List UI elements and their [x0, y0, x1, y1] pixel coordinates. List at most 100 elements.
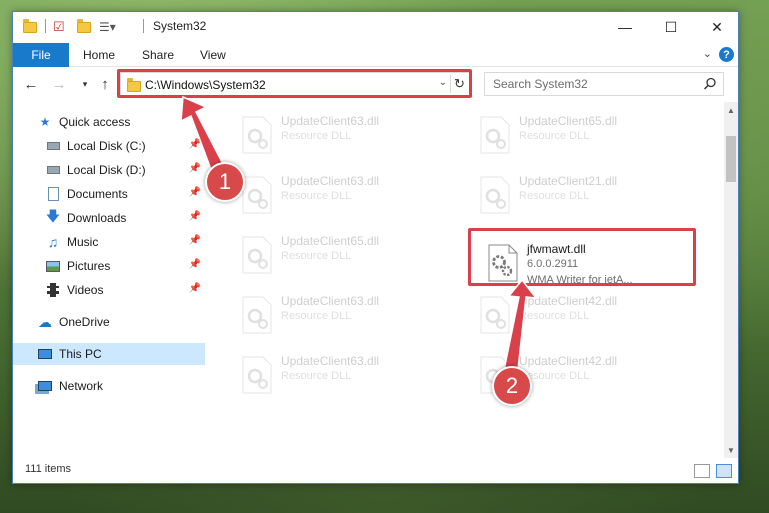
nav-item-music[interactable]: ♫ Music 📌 [13, 231, 205, 253]
drive-icon [45, 138, 61, 154]
title-bar: ☑ ☰▾ System32 — ☐ ✕ [13, 12, 738, 42]
nav-item-quick-access[interactable]: ★ Quick access [13, 111, 205, 133]
file-item[interactable]: UpdateClient63.dll Resource DLL [229, 348, 449, 400]
recent-locations-icon[interactable]: ▾ [75, 74, 95, 94]
file-name: UpdateClient63.dll [281, 294, 380, 308]
maximize-button[interactable]: ☐ [648, 12, 694, 42]
file-item[interactable]: UpdateClient42.dll Resource DLL [467, 288, 687, 340]
cloud-icon: ☁ [38, 313, 52, 330]
file-name: UpdateClient42.dll [519, 354, 618, 368]
file-item[interactable]: UpdateClient65.dll Resource DLL [467, 108, 687, 160]
nav-item-local-disk-c[interactable]: Local Disk (C:) 📌 [13, 135, 205, 157]
pin-icon: 📌 [188, 211, 201, 222]
dll-file-icon [480, 176, 510, 214]
forward-arrow-icon[interactable]: → [49, 74, 69, 94]
documents-icon [45, 186, 61, 202]
file-description: Resource DLL [519, 130, 590, 142]
nav-item-documents[interactable]: Documents 📌 [13, 183, 205, 205]
nav-item-downloads[interactable]: 🡇 Downloads 📌 [13, 207, 205, 229]
tab-file[interactable]: File [13, 43, 69, 67]
nav-item-pictures[interactable]: Pictures 📌 [13, 255, 205, 277]
file-name: UpdateClient63.dll [281, 354, 380, 368]
divider [45, 19, 46, 33]
nav-item-label: Downloads [67, 211, 127, 225]
drive-icon [45, 162, 61, 178]
folder-icon [23, 18, 37, 36]
network-icon [37, 378, 53, 394]
file-item[interactable]: UpdateClient65.dll Resource DLL [229, 228, 449, 280]
nav-item-label: Pictures [67, 259, 111, 273]
pin-icon: 📌 [188, 139, 201, 150]
file-item[interactable]: UpdateClient63.dll Resource DLL [229, 108, 449, 160]
status-bar: 111 items [13, 460, 738, 484]
file-highlight [468, 228, 696, 286]
pin-icon: 📌 [188, 283, 201, 294]
dll-file-icon [242, 116, 272, 154]
customize-toolbar-icon[interactable]: ☰▾ [99, 18, 116, 36]
address-bar-highlight [117, 69, 472, 98]
pin-icon: 📌 [188, 235, 201, 246]
scroll-up-icon[interactable]: ▲ [724, 102, 738, 118]
tab-home[interactable]: Home [83, 43, 115, 67]
file-item[interactable]: UpdateClient63.dll Resource DLL [229, 288, 449, 340]
divider [143, 19, 144, 33]
dll-file-icon [242, 356, 272, 394]
file-description: Resource DLL [281, 190, 352, 202]
music-icon: ♫ [47, 234, 59, 250]
chevron-down-icon[interactable]: ⌄ [703, 47, 712, 60]
file-name: UpdateClient21.dll [519, 174, 618, 188]
close-button[interactable]: ✕ [694, 12, 740, 42]
scrollbar-thumb[interactable] [726, 136, 736, 182]
search-box[interactable] [484, 72, 724, 96]
file-description: Resource DLL [281, 250, 352, 262]
nav-item-videos[interactable]: Videos 📌 [13, 279, 205, 301]
help-button[interactable]: ? [719, 47, 734, 62]
nav-item-label: Videos [67, 283, 104, 297]
item-count: 111 items [25, 463, 72, 475]
tab-share[interactable]: Share [142, 43, 174, 67]
pin-icon: 📌 [188, 187, 201, 198]
nav-item-local-disk-d[interactable]: Local Disk (D:) 📌 [13, 159, 205, 181]
file-name: UpdateClient65.dll [519, 114, 618, 128]
tab-view[interactable]: View [200, 43, 226, 67]
step-1-badge: 1 [205, 162, 245, 202]
dll-file-icon [480, 296, 510, 334]
file-description: Resource DLL [519, 190, 590, 202]
nav-item-this-pc[interactable]: This PC [13, 343, 205, 365]
back-arrow-icon[interactable]: ← [21, 74, 41, 94]
videos-icon [45, 282, 61, 298]
file-item[interactable]: UpdateClient63.dll Resource DLL [229, 168, 449, 220]
new-folder-icon[interactable] [77, 18, 91, 36]
details-view-icon[interactable] [694, 464, 710, 478]
nav-item-onedrive[interactable]: ☁ OneDrive [13, 311, 205, 333]
nav-item-label: Music [67, 235, 99, 249]
nav-item-label: Quick access [59, 115, 131, 129]
computer-icon [37, 346, 53, 362]
search-icon[interactable] [703, 77, 717, 91]
scroll-down-icon[interactable]: ▼ [724, 442, 738, 458]
nav-item-label: This PC [59, 347, 102, 361]
nav-item-label: Local Disk (D:) [67, 163, 146, 177]
ribbon-tabs: File Home Share View ⌄ ? [13, 43, 738, 67]
nav-item-label: Documents [67, 187, 128, 201]
dll-file-icon [242, 236, 272, 274]
dll-file-icon [480, 116, 510, 154]
nav-item-network[interactable]: Network [13, 375, 205, 397]
file-description: Resource DLL [281, 310, 352, 322]
file-name: UpdateClient63.dll [281, 174, 380, 188]
vertical-scrollbar[interactable]: ▲ ▼ [724, 102, 738, 458]
window-title: System32 [153, 19, 207, 33]
search-input[interactable] [493, 77, 693, 91]
pictures-icon [45, 258, 61, 274]
pin-icon: 📌 [188, 259, 201, 270]
file-description: Resource DLL [519, 310, 590, 322]
properties-icon[interactable]: ☑ [53, 18, 65, 36]
file-item[interactable]: UpdateClient21.dll Resource DLL [467, 168, 687, 220]
up-arrow-icon[interactable]: ↑ [95, 74, 115, 94]
dll-file-icon [242, 296, 272, 334]
step-2-badge: 2 [492, 366, 532, 406]
nav-item-label: Network [59, 379, 104, 393]
file-name: UpdateClient42.dll [519, 294, 618, 308]
minimize-button[interactable]: — [602, 12, 648, 42]
large-icons-view-icon[interactable] [716, 464, 732, 478]
